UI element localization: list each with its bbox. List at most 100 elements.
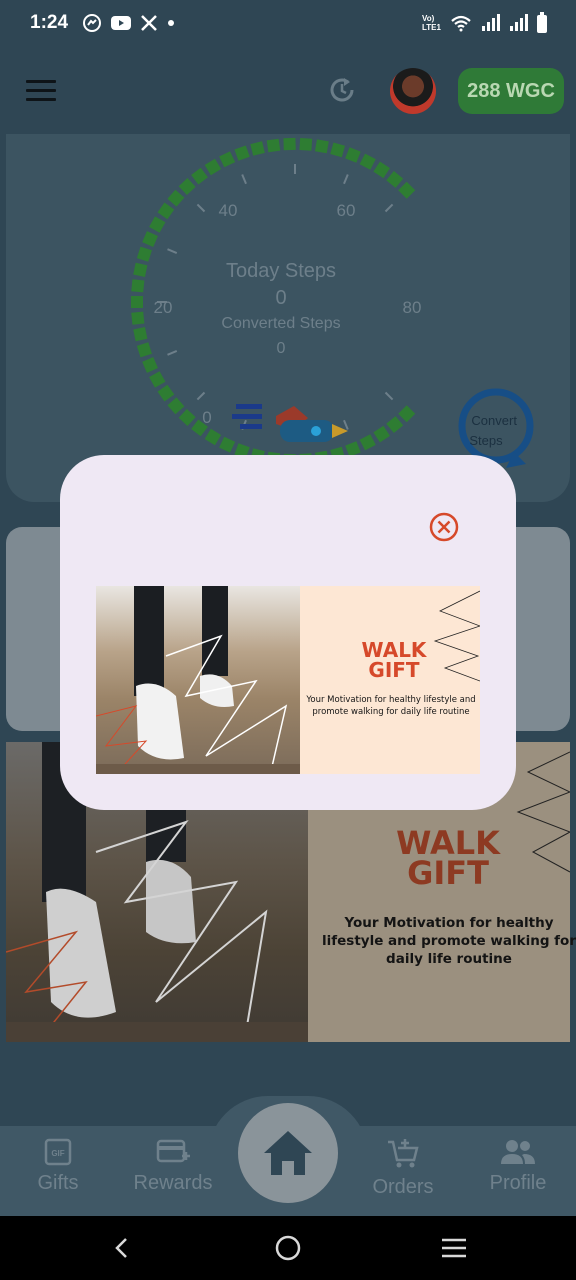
back-icon[interactable] [110, 1236, 134, 1260]
notification-icons [82, 13, 176, 33]
gauge-segment [359, 434, 376, 451]
cart-add-icon [388, 1139, 419, 1168]
signal-icon [482, 14, 500, 31]
gauge-tick [384, 391, 394, 401]
converted-steps-label: Converted Steps [221, 315, 340, 332]
gauge-segment [167, 189, 185, 207]
home-circle-icon[interactable] [274, 1234, 302, 1262]
gauge-segment [178, 178, 196, 196]
svg-text:GIF: GIF [51, 1149, 64, 1158]
popup-banner-title-line1: WALK [361, 638, 427, 662]
gauge-tick [167, 248, 178, 254]
gauge-tick [384, 203, 394, 213]
gauge-segment [131, 311, 145, 325]
gauge-segment [398, 181, 416, 199]
nav-label-gifts: Gifts [37, 1172, 79, 1194]
tick-label-60: 60 [337, 201, 356, 220]
system-navigation-bar [0, 1216, 576, 1280]
gauge-tick [241, 174, 247, 185]
refresh-icon[interactable] [326, 74, 358, 106]
gauge-segment [133, 327, 148, 342]
gauge-segment [136, 246, 152, 262]
gauge-segment [142, 357, 158, 373]
gauge-segment [359, 153, 376, 170]
gauge-segment [314, 139, 329, 154]
convert-steps-label: Convert Steps [469, 413, 520, 448]
today-steps-title: Today Steps [226, 260, 336, 282]
recents-icon[interactable] [440, 1236, 468, 1260]
dot-icon [168, 20, 174, 26]
gauge-segment [345, 147, 361, 163]
system-icons: Vo) LTE1 [422, 12, 548, 34]
gif-icon: GIF [44, 1138, 72, 1166]
messenger-icon [83, 14, 101, 32]
x-icon [141, 15, 157, 31]
battery-icon [537, 12, 547, 33]
tick-label-40: 40 [219, 201, 238, 220]
close-circle-icon[interactable] [428, 511, 460, 543]
popup-banner-title-line2: GIFT [368, 658, 420, 682]
gauge-segment [167, 397, 185, 415]
step-gauge: 0 20 40 60 80 Today Steps 0 Converted St… [131, 137, 534, 468]
gauge-segment [149, 371, 166, 388]
people-icon [501, 1140, 535, 1164]
gauge-segment [330, 142, 346, 158]
rocket-icon [232, 404, 348, 442]
wgc-balance-badge[interactable]: 288 WGC [458, 68, 564, 114]
step-gauge-card: 0 20 40 60 80 Today Steps 0 Converted St… [6, 134, 570, 502]
gauge-tick [196, 391, 206, 401]
home-button[interactable] [238, 1103, 338, 1203]
gauge-tick [343, 419, 349, 430]
volte-icon: Vo) LTE1 [422, 14, 441, 32]
card-add-icon [156, 1139, 190, 1163]
nav-item-orders[interactable]: Orders [353, 1138, 453, 1199]
gauge-segment [157, 384, 175, 402]
gauge-segment [157, 202, 175, 220]
gauge-segment [136, 342, 152, 358]
youtube-icon [111, 16, 131, 30]
nav-item-profile[interactable]: Profile [468, 1138, 568, 1195]
gauge-tick [196, 203, 206, 213]
banner-tagline: Your Motivation for healthy lifestyle an… [322, 915, 576, 967]
wifi-icon [451, 15, 471, 32]
banner-title-line2: GIFT [407, 854, 489, 892]
app-bar: 288 WGC [0, 48, 576, 134]
banner-title: WALK GIFT [388, 827, 508, 892]
tick-label-20: 20 [154, 298, 173, 317]
nav-item-gifts[interactable]: GIF Gifts [8, 1138, 108, 1195]
gauge-segment [386, 416, 404, 434]
popup-banner-image[interactable] [96, 586, 480, 774]
hamburger-icon[interactable] [26, 80, 56, 102]
gauge-segment [283, 137, 296, 151]
nav-label-profile: Profile [489, 1172, 547, 1194]
gauge-segment [373, 161, 390, 179]
avatar[interactable] [390, 68, 436, 114]
gauge-segment [204, 158, 222, 176]
gauge-segment [373, 425, 390, 443]
gauge-segment [131, 279, 145, 293]
nav-label-rewards: Rewards [133, 1172, 213, 1194]
popup-banner-title: WALK GIFT [344, 640, 444, 680]
tick-label-80: 80 [403, 298, 422, 317]
converted-steps-value: 0 [277, 340, 286, 357]
gauge-segment [191, 167, 208, 185]
gauge-segment [133, 262, 148, 277]
gauge-segment [178, 408, 196, 426]
nav-label-orders: Orders [372, 1176, 434, 1198]
gauge-segment [299, 137, 313, 151]
home-icon [264, 1131, 312, 1175]
gauge-segment [386, 170, 404, 188]
status-bar: 1:24 Vo) LTE1 [0, 0, 576, 48]
status-time: 1:24 [30, 12, 69, 33]
tick-label-0: 0 [202, 408, 211, 427]
gauge-tick [167, 350, 178, 356]
today-steps-value: 0 [275, 287, 286, 309]
gauge-segment [398, 405, 416, 423]
popup-walker-illustration [96, 586, 300, 774]
gauge-segment [131, 296, 143, 308]
popup-walking-photo [96, 586, 300, 774]
gauge-segment [266, 138, 281, 153]
gauge-segment [219, 151, 236, 168]
gauge-segment [142, 231, 158, 247]
popup-banner-tagline: Your Motivation for healthy lifestyle an… [306, 695, 476, 717]
